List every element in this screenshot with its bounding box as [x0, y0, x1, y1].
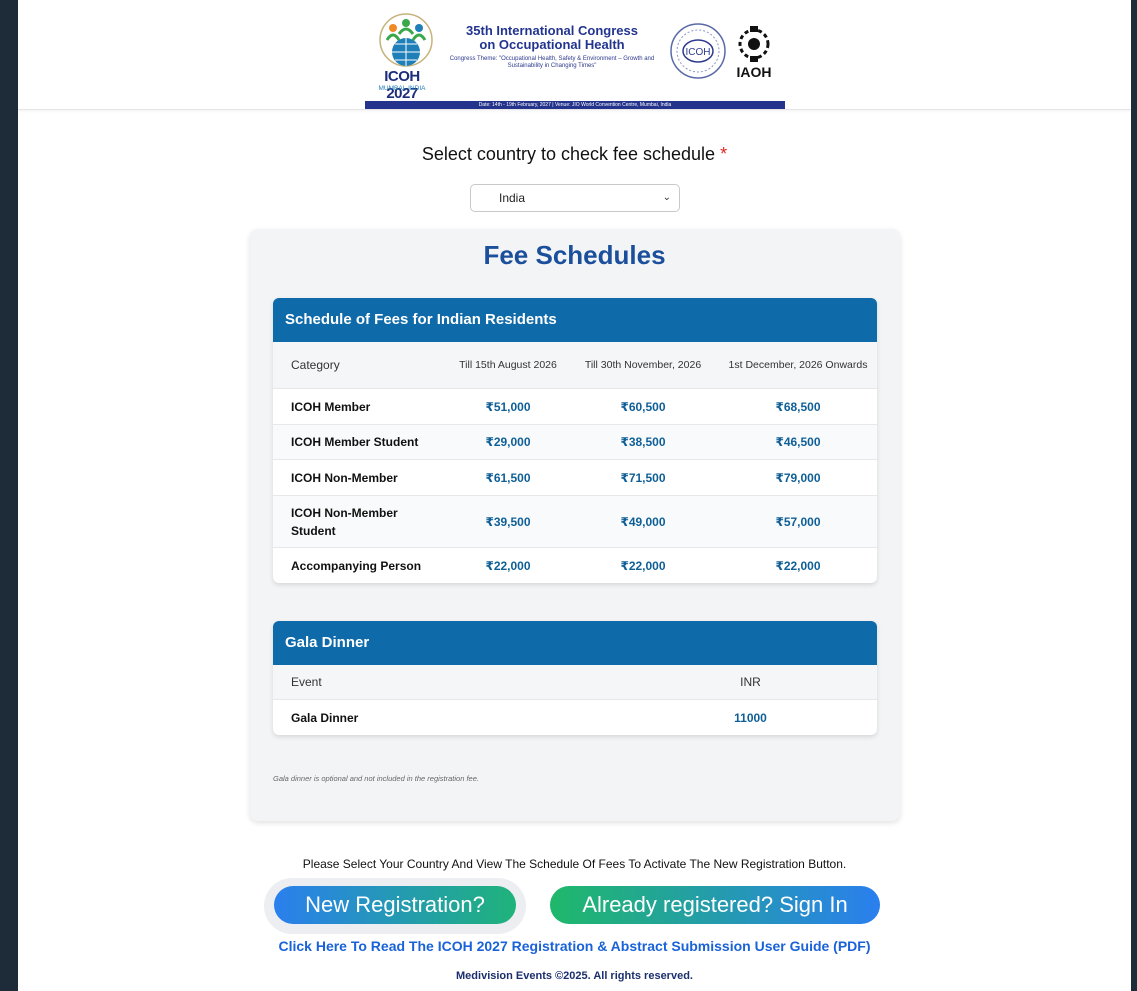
- header: ICOH 2027 MUMBAI, INDIA 35th Internation…: [18, 0, 1131, 110]
- gala-dinner-table: Gala Dinner Event INR Gala Dinner 11000: [273, 621, 877, 735]
- table-header-row: Event INR: [273, 665, 877, 700]
- new-registration-button[interactable]: New Registration?: [274, 886, 516, 924]
- fee-schedule-title: Fee Schedules: [483, 240, 666, 270]
- banner-date-venue: Date: 14th - 19th February, 2027 | Venue…: [365, 101, 785, 109]
- logo-city: MUMBAI, INDIA: [378, 85, 426, 92]
- congress-title-line2: on Occupational Health: [479, 37, 625, 52]
- price-cell: ₹60,500: [620, 399, 666, 414]
- price-cell: ₹39,500: [485, 514, 531, 529]
- country-select-label: Select country to check fee schedule *: [18, 144, 1131, 165]
- price-cell: ₹71,500: [620, 470, 666, 485]
- column-header: Till 30th November, 2026: [584, 359, 702, 371]
- price-cell: ₹29,000: [485, 435, 531, 449]
- category-cell: Accompanying Person: [291, 558, 422, 573]
- country-select-value: India: [499, 191, 526, 205]
- registration-info-text: Please Select Your Country And View The …: [302, 857, 847, 871]
- congress-title: 35th International Congress on Occupatio…: [447, 24, 657, 52]
- iaoh-text: IAOH: [736, 64, 772, 80]
- icoh-seal-icon: ICOH: [670, 23, 726, 79]
- gala-table-heading: Gala Dinner: [273, 621, 877, 665]
- column-header: Category: [291, 358, 340, 372]
- category-cell: ICOH Non-Member: [291, 470, 398, 485]
- column-header: Event: [291, 675, 322, 689]
- table-row: ICOH Non-Member Student ₹39,500 ₹49,000 …: [273, 496, 877, 548]
- column-header: 1st December, 2026 Onwards: [728, 359, 868, 371]
- price-cell: ₹46,500: [775, 435, 821, 449]
- required-mark: *: [720, 144, 728, 164]
- country-select[interactable]: India ⌄: [470, 184, 680, 212]
- table-row: ICOH Member Student ₹29,000 ₹38,500 ₹46,…: [273, 425, 877, 460]
- sign-in-button[interactable]: Already registered? Sign In: [550, 886, 880, 924]
- table-row: Gala Dinner 11000: [273, 700, 877, 735]
- category-cell: ICOH Member Student: [291, 435, 419, 449]
- seal-text: ICOH: [686, 47, 711, 58]
- price-cell: ₹61,500: [485, 470, 531, 485]
- price-cell: ₹22,000: [775, 558, 821, 573]
- table-row: Accompanying Person ₹22,000 ₹22,000 ₹22,…: [273, 548, 877, 583]
- price-cell: ₹38,500: [620, 435, 666, 449]
- table-row: ICOH Member ₹51,000 ₹60,500 ₹68,500: [273, 389, 877, 425]
- residents-table-heading: Schedule of Fees for Indian Residents: [273, 298, 877, 342]
- price-cell: ₹51,000: [485, 399, 531, 414]
- price-cell: ₹79,000: [775, 470, 821, 485]
- price-cell: ₹49,000: [620, 514, 666, 529]
- price-cell: ₹22,000: [620, 558, 666, 573]
- price-cell: ₹22,000: [485, 558, 531, 573]
- residents-fee-table: Schedule of Fees for Indian Residents Ca…: [273, 298, 877, 583]
- category-cell: ICOH Member: [291, 399, 371, 414]
- gala-note: Gala dinner is optional and not included…: [273, 774, 479, 783]
- table-header-row: Category Till 15th August 2026 Till 30th…: [273, 342, 877, 389]
- congress-theme: Congress Theme: "Occupational Health, Sa…: [449, 56, 655, 69]
- table-row: ICOH Non-Member ₹61,500 ₹71,500 ₹79,000: [273, 460, 877, 496]
- chevron-down-icon: ⌄: [662, 192, 671, 203]
- column-header: INR: [740, 675, 761, 689]
- price-cell: ₹68,500: [775, 399, 821, 414]
- event-cell: Gala Dinner: [291, 710, 359, 725]
- price-cell: ₹57,000: [775, 514, 821, 529]
- user-guide-link[interactable]: Click Here To Read The ICOH 2027 Registr…: [18, 938, 1131, 954]
- column-header: Till 15th August 2026: [459, 359, 557, 371]
- congress-title-line1: 35th International Congress: [466, 23, 638, 38]
- country-select-label-text: Select country to check fee schedule: [421, 144, 716, 164]
- footer-copyright: Medivision Events ©2025. All rights rese…: [456, 970, 693, 982]
- price-cell: 11000: [734, 710, 767, 725]
- category-cell: ICOH Non-Member Student: [291, 505, 398, 538]
- congress-banner: ICOH 2027 MUMBAI, INDIA 35th Internation…: [365, 4, 785, 109]
- page: ICOH 2027 MUMBAI, INDIA 35th Internation…: [18, 0, 1131, 991]
